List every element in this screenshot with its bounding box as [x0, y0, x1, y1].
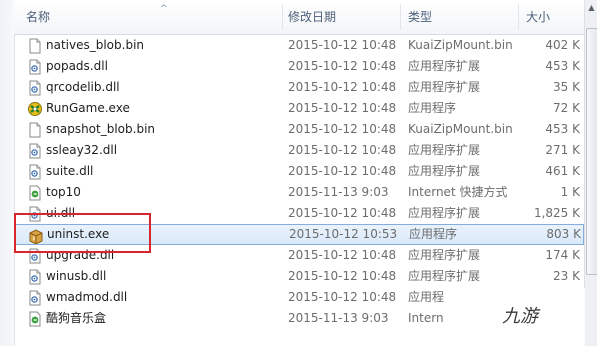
file-size: 461 K [545, 164, 580, 178]
file-date: 2015-10-12 10:48 [288, 80, 397, 94]
file-date: 2015-11-13 9:03 [288, 311, 389, 325]
file-type: 应用程序扩展 [408, 59, 481, 73]
file-date: 2015-10-12 10:48 [288, 38, 397, 52]
file-row[interactable]: snapshot_blob.bin 2015-10-12 10:48 KuaiZip… [14, 119, 584, 140]
file-date: 2015-10-12 10:48 [288, 206, 397, 220]
vertical-scrollbar[interactable]: ▲ [584, 0, 597, 346]
file-type: 应用程序扩展 [408, 80, 481, 94]
file-row[interactable]: ssleay32.dll 2015-10-12 10:48 应用程序扩展 271 K [14, 140, 584, 161]
file-date: 2015-10-12 10:48 [288, 101, 397, 115]
internet-shortcut-icon [27, 311, 43, 327]
file-name: qrcodelib.dll [46, 80, 120, 94]
column-divider[interactable] [282, 4, 283, 30]
file-name: natives_blob.bin [46, 38, 145, 52]
file-date: 2015-10-12 10:48 [288, 164, 397, 178]
file-size: 35 K [553, 80, 580, 94]
file-size: 1,825 K [533, 206, 580, 220]
column-header-size[interactable]: 大小 [526, 0, 550, 34]
file-name: 酷狗音乐盒 [46, 311, 107, 325]
file-size: 803 K [546, 227, 581, 241]
file-date: 2015-10-12 10:48 [288, 290, 397, 304]
watermark-logo: 九游 [455, 288, 585, 346]
file-row[interactable]: top10 2015-11-13 9:03 Internet 快捷方式 1 K [14, 182, 584, 203]
file-name: snapshot_blob.bin [46, 122, 156, 136]
file-date: 2015-10-12 10:48 [288, 143, 397, 157]
column-header-bar: 名称 ^ 修改日期 类型 大小 [14, 0, 584, 35]
file-name: ssleay32.dll [46, 143, 118, 157]
installer-box-icon [28, 228, 44, 245]
file-type: 应用程序扩展 [408, 248, 481, 262]
file-row-selected[interactable]: uninst.exe 2015-10-12 10:53 应用程序 803 K [14, 224, 584, 245]
file-type: Internet 快捷方式 [408, 185, 508, 199]
file-row[interactable]: ui.dll 2015-10-12 10:48 应用程序扩展 1,825 K [14, 203, 584, 224]
file-size: 1 K [560, 185, 580, 199]
blank-file-icon [27, 122, 43, 138]
file-row[interactable]: natives_blob.bin 2015-10-12 10:48 KuaiZipM… [14, 35, 584, 56]
game-app-icon [27, 101, 43, 117]
blank-file-icon [27, 38, 43, 54]
dll-file-icon [27, 248, 43, 264]
sort-ascending-icon: ^ [160, 4, 168, 14]
file-size: 72 K [553, 101, 580, 115]
file-row[interactable]: popads.dll 2015-10-12 10:48 应用程序扩展 453 K [14, 56, 584, 77]
internet-shortcut-icon [27, 185, 43, 201]
file-date: 2015-10-12 10:48 [288, 122, 397, 136]
file-row[interactable]: RunGame.exe 2015-10-12 10:48 应用程序 72 K [14, 98, 584, 119]
file-type: 应用程序扩展 [408, 143, 481, 157]
dll-file-icon [27, 143, 43, 159]
file-type: 应用程序扩展 [408, 206, 481, 220]
column-header-date[interactable]: 修改日期 [288, 0, 336, 34]
file-type: 应用程序扩展 [408, 164, 481, 178]
file-row[interactable]: suite.dll 2015-10-12 10:48 应用程序扩展 461 K [14, 161, 584, 182]
column-header-name[interactable]: 名称 [26, 0, 50, 34]
file-name: popads.dll [46, 59, 108, 73]
file-type: 应用程序扩展 [408, 269, 481, 283]
file-name: winusb.dll [46, 269, 107, 283]
dll-file-icon [27, 164, 43, 180]
file-name: uninst.exe [47, 227, 110, 241]
file-name: RunGame.exe [46, 101, 130, 115]
scroll-up-arrow-icon[interactable]: ▲ [585, 0, 597, 16]
file-date: 2015-11-13 9:03 [288, 185, 389, 199]
scroll-thumb[interactable] [586, 28, 597, 275]
file-name: wmadmod.dll [46, 290, 128, 304]
file-size: 23 K [553, 269, 580, 283]
file-size: 174 K [545, 248, 580, 262]
file-size: 402 K [545, 38, 580, 52]
file-size: 271 K [545, 143, 580, 157]
file-type: 应用程序 [408, 101, 457, 115]
file-size: 453 K [545, 59, 580, 73]
dll-file-icon [27, 290, 43, 306]
file-row[interactable]: winusb.dll 2015-10-12 10:48 应用程序扩展 23 K [14, 266, 584, 287]
dll-file-icon [27, 269, 43, 285]
column-divider[interactable] [400, 4, 401, 30]
column-header-type[interactable]: 类型 [408, 0, 432, 34]
file-date: 2015-10-12 10:48 [288, 269, 397, 283]
column-divider[interactable] [518, 4, 519, 30]
file-type: KuaiZipMount.bin [408, 122, 513, 136]
dll-file-icon [27, 59, 43, 75]
navigation-pane-edge [0, 0, 15, 346]
file-date: 2015-10-12 10:53 [289, 227, 398, 241]
dll-file-icon [27, 80, 43, 96]
file-name: top10 [46, 185, 81, 199]
file-type: 应用程序 [409, 227, 458, 241]
file-name: suite.dll [46, 164, 94, 178]
file-type: KuaiZipMount.bin [408, 38, 513, 52]
file-row[interactable]: upgrade.dll 2015-10-12 10:48 应用程序扩展 174 K [14, 245, 584, 266]
dll-file-icon [27, 206, 43, 222]
file-date: 2015-10-12 10:48 [288, 59, 397, 73]
file-row[interactable]: qrcodelib.dll 2015-10-12 10:48 应用程序扩展 35 K [14, 77, 584, 98]
file-size: 453 K [545, 122, 580, 136]
file-name: ui.dll [46, 206, 76, 220]
file-name: upgrade.dll [46, 248, 115, 262]
file-date: 2015-10-12 10:48 [288, 248, 397, 262]
